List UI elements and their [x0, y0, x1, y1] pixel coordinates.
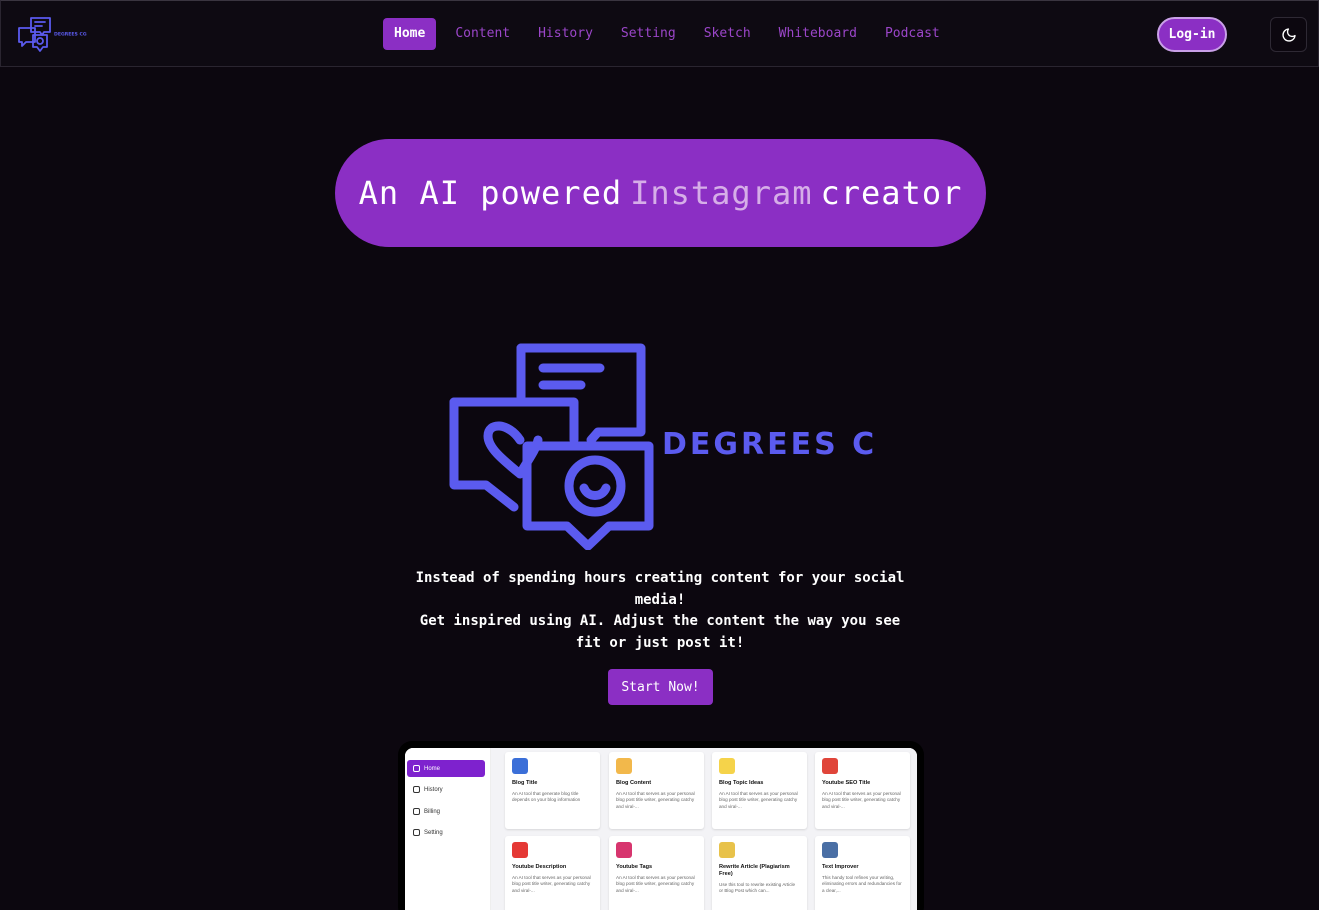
- nav-home[interactable]: Home: [383, 18, 437, 50]
- preview-sidebar-setting: Setting: [407, 824, 485, 841]
- preview-card: Youtube Tags An AI tool that serves as y…: [609, 836, 704, 910]
- theme-toggle-button[interactable]: [1270, 17, 1307, 52]
- preview-main: Blog Title An AI tool that generate blog…: [491, 748, 917, 910]
- brand-logo-icon[interactable]: DEGREES CG: [17, 16, 97, 54]
- blog-content-icon: [616, 758, 632, 774]
- start-now-button[interactable]: Start Now!: [608, 669, 713, 705]
- nav-sketch[interactable]: Sketch: [690, 18, 765, 50]
- youtube-icon: [512, 842, 528, 858]
- preview-card: Blog Content An AI tool that serves as y…: [609, 752, 704, 829]
- nav-content[interactable]: Content: [441, 18, 524, 50]
- tags-icon: [616, 842, 632, 858]
- hero-headline: An AI powered Instagram creator: [335, 139, 986, 247]
- nav-setting[interactable]: Setting: [607, 18, 690, 50]
- description-line-1: Instead of spending hours creating conte…: [415, 570, 905, 608]
- nav-links: Home Content History Setting Sketch Whit…: [383, 18, 954, 50]
- seo-icon: [822, 758, 838, 774]
- nav-history[interactable]: History: [524, 18, 607, 50]
- brand-logo-large-icon: DEGREES CG: [449, 343, 878, 550]
- preview-sidebar-home: Home: [407, 760, 485, 777]
- preview-sidebar: Home History Billing Setting: [405, 748, 491, 910]
- preview-card: Youtube Description An AI tool that serv…: [505, 836, 600, 910]
- blog-title-icon: [512, 758, 528, 774]
- preview-sidebar-history: History: [407, 781, 485, 798]
- preview-card: Blog Title An AI tool that generate blog…: [505, 752, 600, 829]
- svg-text:DEGREES CG: DEGREES CG: [54, 32, 87, 38]
- preview-card: Blog Topic Ideas An AI tool that serves …: [712, 752, 807, 829]
- preview-card: Text Improver This handy tool refines yo…: [815, 836, 910, 910]
- history-icon: [413, 786, 420, 793]
- nav-podcast[interactable]: Podcast: [871, 18, 954, 50]
- preview-card: Rewrite Article (Plagiarism Free) Use th…: [712, 836, 807, 910]
- rewrite-icon: [719, 842, 735, 858]
- login-button[interactable]: Log-in: [1157, 17, 1227, 52]
- app-preview-screen: Home History Billing Setting Blog Title …: [405, 748, 917, 910]
- hero-accent: Instagram: [630, 174, 813, 212]
- setting-icon: [413, 829, 420, 836]
- svg-text:DEGREES CG: DEGREES CG: [662, 427, 878, 462]
- preview-sidebar-billing: Billing: [407, 803, 485, 820]
- nav-whiteboard[interactable]: Whiteboard: [765, 18, 871, 50]
- app-preview: Home History Billing Setting Blog Title …: [398, 741, 924, 910]
- lightbulb-icon: [719, 758, 735, 774]
- moon-icon: [1281, 27, 1296, 42]
- preview-card: Youtube SEO Title An AI tool that serves…: [815, 752, 910, 829]
- hero-prefix: An AI powered: [358, 174, 623, 212]
- navbar: DEGREES CG Home Content History Setting …: [0, 0, 1319, 67]
- hero-description: Instead of spending hours creating conte…: [410, 568, 910, 655]
- billing-icon: [413, 808, 420, 815]
- text-improver-icon: [822, 842, 838, 858]
- home-icon: [413, 765, 420, 772]
- hero-suffix: creator: [820, 174, 963, 212]
- description-line-2: Get inspired using AI. Adjust the conten…: [419, 613, 901, 652]
